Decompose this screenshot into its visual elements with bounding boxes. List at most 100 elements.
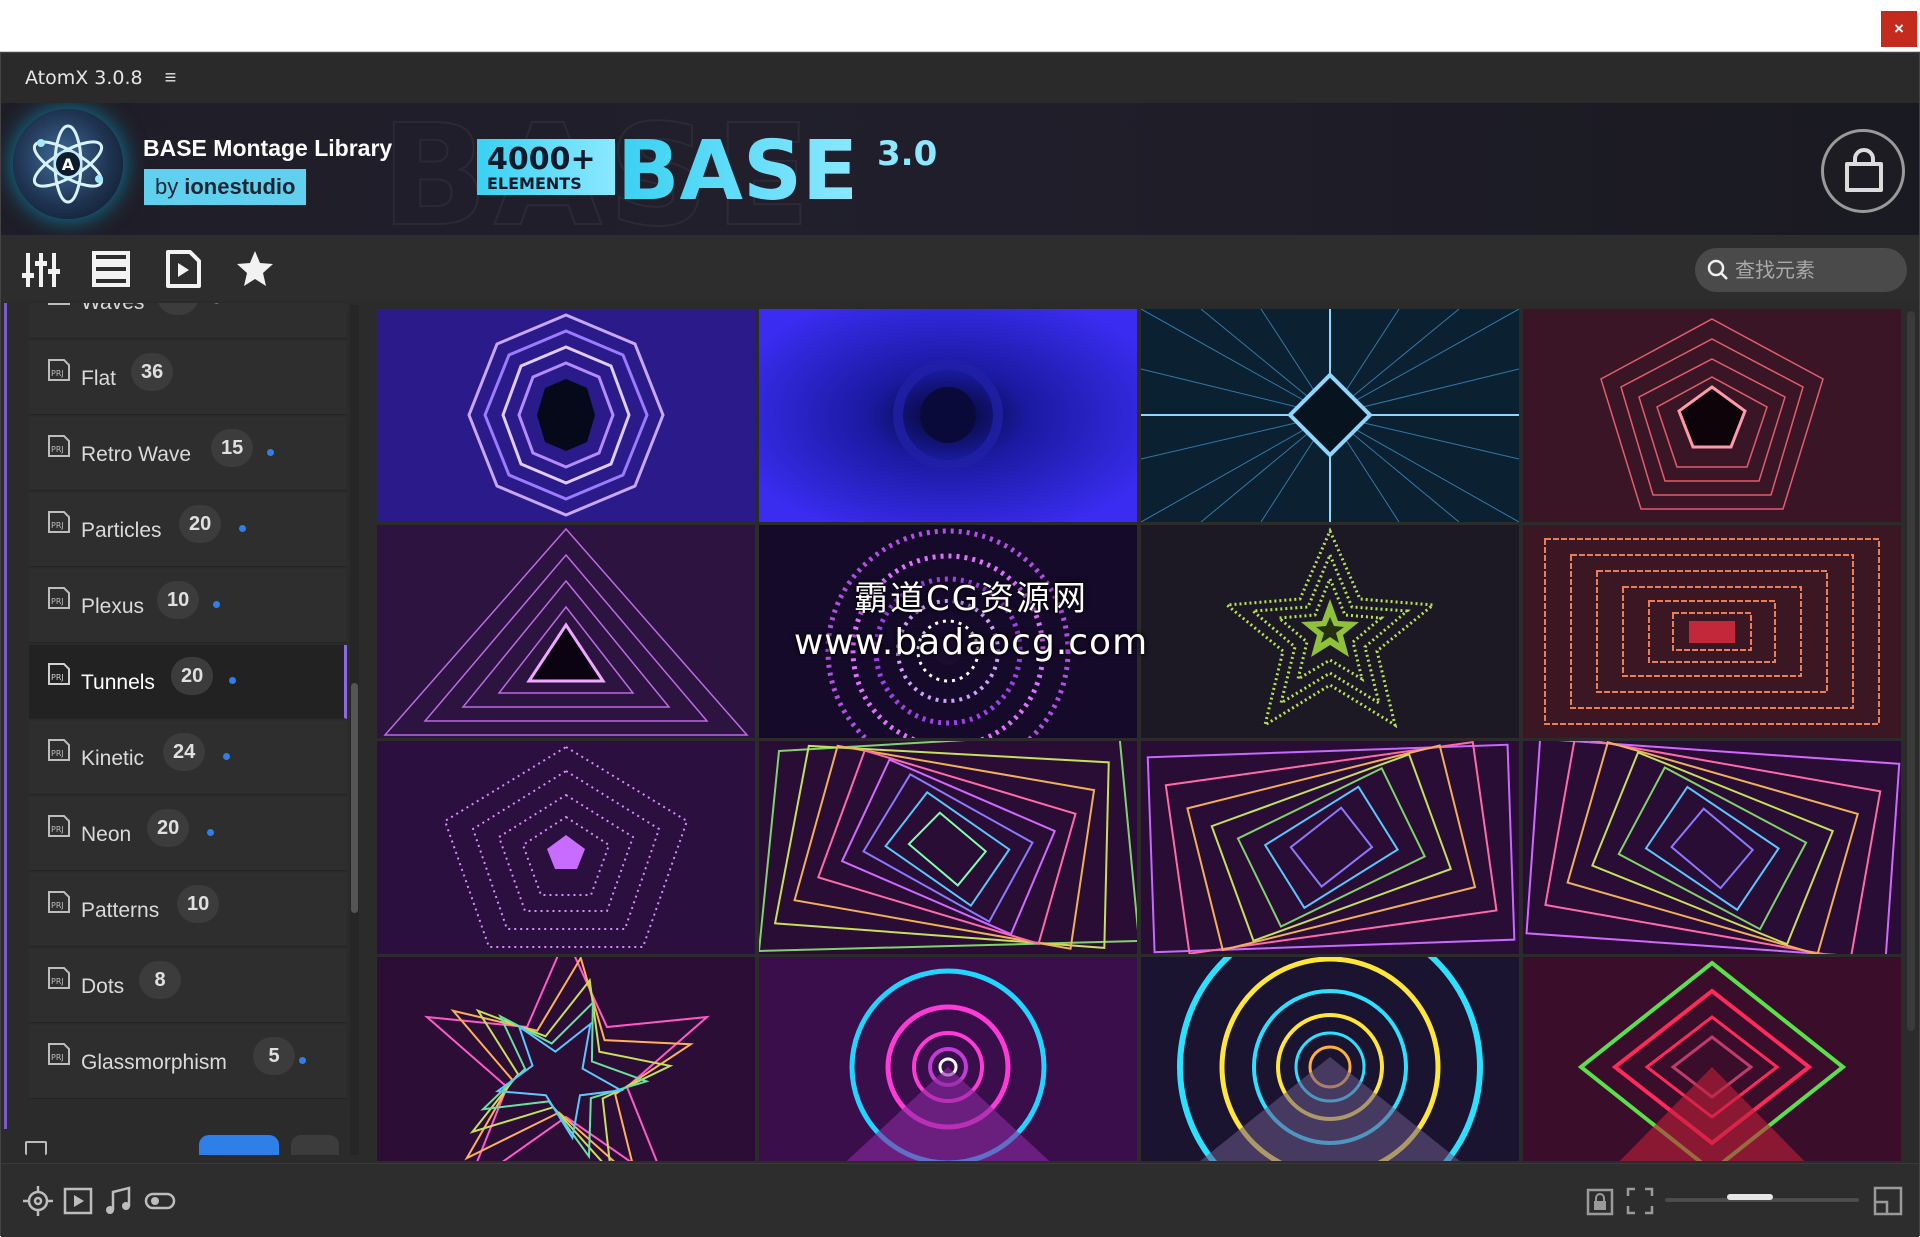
new-indicator-dot <box>267 449 274 456</box>
sidebar-item-label: Particles <box>81 519 162 542</box>
sidebar-item-glassmorphism[interactable]: PRJ Glassmorphism 5 <box>29 1025 347 1099</box>
media-file-icon[interactable] <box>163 249 203 289</box>
toolbar <box>1 235 1919 301</box>
music-icon[interactable] <box>101 1184 135 1218</box>
thumbnail-rainbow-star-spiral[interactable] <box>377 957 755 1161</box>
sidebar-item-particles[interactable]: PRJ Particles 20 <box>29 493 347 567</box>
sidebar-item-plexus[interactable]: PRJ Plexus 10 <box>29 569 347 643</box>
item-count-badge: 20 <box>171 657 214 695</box>
prj-file-icon: PRJ <box>48 587 70 609</box>
item-count-badge: 10 <box>157 581 200 619</box>
thumbnail-neon-diamond-tunnel[interactable] <box>1523 957 1901 1161</box>
sidebar-scrollbar-thumb[interactable] <box>351 683 358 913</box>
list-view-icon[interactable] <box>91 249 131 289</box>
svg-text:PRJ: PRJ <box>51 825 64 834</box>
statusbar <box>1 1163 1919 1237</box>
prj-file-icon: PRJ <box>48 815 70 837</box>
sidebar-scrollbar[interactable] <box>350 305 359 1155</box>
close-window-button[interactable]: × <box>1881 11 1917 47</box>
thumbnail-blue-diamond-rays[interactable] <box>1141 309 1519 522</box>
thumbnail-blue-smoke-tunnel[interactable] <box>759 309 1137 522</box>
thumbnail-red-pentagon-tunnel[interactable] <box>1523 309 1901 522</box>
library-banner: BASE A BASE Montage Library by ionestudi… <box>1 103 1919 235</box>
library-title: BASE Montage Library <box>143 135 393 161</box>
sidebar-partial-row[interactable] <box>25 1135 347 1155</box>
sidebar-item-kinetic[interactable]: PRJ Kinetic 24 <box>29 721 347 795</box>
svg-text:PRJ: PRJ <box>51 521 64 530</box>
svg-text:PRJ: PRJ <box>51 673 64 682</box>
sidebar-item-label: Waves <box>81 303 144 315</box>
sidebar-item-waves[interactable]: PRJ Waves 21 <box>29 303 347 339</box>
author-prefix: by <box>155 174 179 199</box>
prj-file-icon: PRJ <box>48 967 70 989</box>
sidebar-accent-line <box>4 303 7 1129</box>
author-badge[interactable]: by ionestudio <box>144 169 307 205</box>
thumbnail-green-star-tunnel[interactable] <box>1141 525 1519 738</box>
thumbnail-spiral-square-tunnel-3[interactable] <box>1523 741 1901 954</box>
atomx-app-window: AtomX 3.0.8 ≡ BASE A BASE Montage Librar… <box>0 52 1920 1237</box>
new-indicator-dot <box>299 1057 306 1064</box>
sidebar-item-flat[interactable]: PRJ Flat 36 <box>29 341 347 415</box>
thumbnail-orange-rectangle-tunnel[interactable] <box>1523 525 1901 738</box>
target-icon[interactable] <box>21 1184 55 1218</box>
app-version-title: AtomX 3.0.8 <box>25 67 143 89</box>
sliders-icon[interactable] <box>21 249 61 289</box>
thumbnail-spiral-square-tunnel-1[interactable] <box>759 741 1137 954</box>
item-count-badge: 20 <box>179 505 222 543</box>
outer-window-titlebar: × <box>0 0 1920 52</box>
shopping-bag-icon[interactable] <box>1821 129 1905 213</box>
sidebar-item-neon[interactable]: PRJ Neon 20 <box>29 797 347 871</box>
prj-file-icon: PRJ <box>48 1043 70 1065</box>
slider-knob[interactable] <box>1727 1194 1773 1200</box>
menubar: AtomX 3.0.8 ≡ <box>1 53 1919 103</box>
fullscreen-icon[interactable] <box>1871 1184 1905 1218</box>
search-box[interactable] <box>1695 248 1907 292</box>
thumbnail-size-slider[interactable] <box>1665 1194 1859 1202</box>
sidebar-item-label: Kinetic <box>81 747 145 770</box>
atom-logo-icon[interactable]: A <box>13 109 123 219</box>
thumbnail-spiral-square-tunnel-2[interactable] <box>1141 741 1519 954</box>
prj-file-icon: PRJ <box>48 663 70 685</box>
svg-text:PRJ: PRJ <box>51 977 64 986</box>
grid-scrollbar[interactable] <box>1907 311 1915 1031</box>
new-indicator-dot <box>213 303 220 304</box>
logo-elements: ELEMENTS <box>487 174 582 193</box>
thumbnail-purple-triangle-tunnel[interactable] <box>377 525 755 738</box>
prj-file-icon: PRJ <box>48 739 70 761</box>
sidebar-item-tunnels[interactable]: PRJ Tunnels 20 <box>29 645 347 719</box>
fit-view-icon[interactable] <box>1623 1184 1657 1218</box>
toggle-icon[interactable] <box>143 1184 177 1218</box>
thumbnail-violet-pentagon-particles[interactable] <box>377 741 755 954</box>
logo-base: BASE <box>617 129 858 205</box>
prj-file-icon: PRJ <box>48 511 70 533</box>
svg-text:PRJ: PRJ <box>51 369 64 378</box>
new-indicator-dot <box>239 525 246 532</box>
search-icon <box>1707 259 1728 280</box>
prj-file-icon: PRJ <box>48 359 70 381</box>
search-input[interactable] <box>1735 258 1895 282</box>
thumbnail-neon-arc-tunnel[interactable] <box>1141 957 1519 1161</box>
logo-version: 3.0 <box>877 134 937 174</box>
thumbnail-purple-dots-circle-tunnel[interactable] <box>759 525 1137 738</box>
item-count-badge: 8 <box>139 961 181 999</box>
thumbnail-grid <box>373 303 1901 1161</box>
item-count-badge: 5 <box>253 1037 295 1075</box>
favorites-star-icon[interactable] <box>235 249 275 289</box>
sidebar-item-dots[interactable]: PRJ Dots 8 <box>29 949 347 1023</box>
new-indicator-dot <box>213 601 220 608</box>
sidebar-item-retro-wave[interactable]: PRJ Retro Wave 15 <box>29 417 347 491</box>
hamburger-menu-icon[interactable]: ≡ <box>165 67 177 90</box>
thumbnail-neon-circle-tunnel[interactable] <box>759 957 1137 1161</box>
thumbnail-purple-octagon-tunnel[interactable] <box>377 309 755 522</box>
sidebar-item-patterns[interactable]: PRJ Patterns 10 <box>29 873 347 947</box>
new-indicator-dot <box>223 753 230 760</box>
play-icon[interactable] <box>61 1184 95 1218</box>
sidebar-item-label: Plexus <box>81 595 145 618</box>
author-name: ionestudio <box>184 174 296 199</box>
prj-file-icon: PRJ <box>48 891 70 913</box>
lock-icon[interactable] <box>1583 1184 1617 1218</box>
item-count-badge: 21 <box>157 303 200 315</box>
svg-text:A: A <box>62 155 75 174</box>
logo-count: 4000+ <box>487 142 596 177</box>
svg-text:PRJ: PRJ <box>51 749 64 758</box>
